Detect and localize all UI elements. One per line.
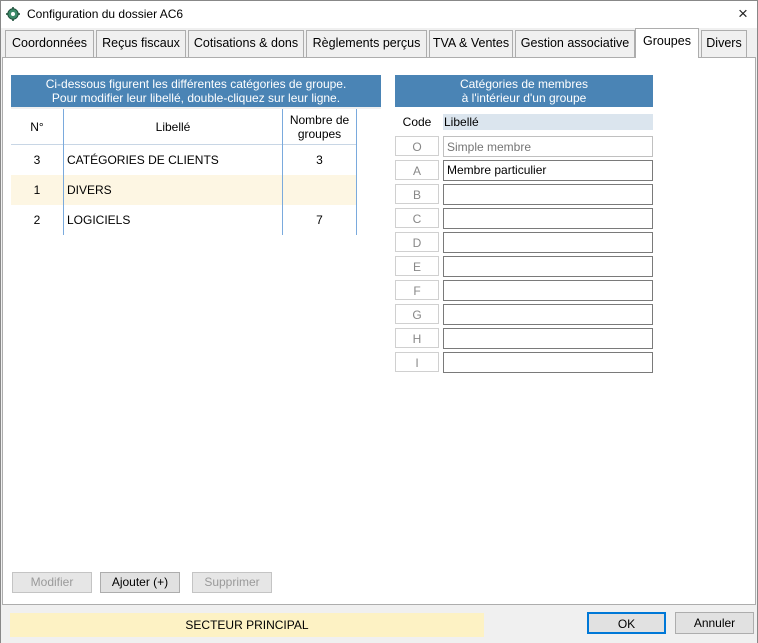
category-code: F <box>395 280 439 300</box>
tab-cotisations-dons[interactable]: Cotisations & dons <box>188 30 304 57</box>
category-code: A <box>395 160 439 180</box>
info-line-2: Pour modifier leur libellé, double-cliqu… <box>51 91 341 105</box>
delete-button[interactable]: Supprimer <box>192 572 272 593</box>
config-dialog: Configuration du dossier AC6 × Coordonné… <box>0 0 758 643</box>
col-header-num[interactable]: N° <box>11 109 63 145</box>
modify-button[interactable]: Modifier <box>12 572 92 593</box>
category-label-field[interactable] <box>443 328 653 349</box>
column-divider <box>63 109 64 235</box>
column-divider <box>282 109 283 235</box>
tab-groupes[interactable]: Groupes <box>635 28 699 58</box>
row-num: 2 <box>33 213 41 227</box>
column-divider <box>356 109 357 235</box>
category-label-field[interactable] <box>443 280 653 301</box>
label-column-header: Libellé <box>443 114 653 130</box>
member-categories-title-line1: Catégories de membres <box>459 77 589 91</box>
category-label-field[interactable] <box>443 256 653 277</box>
row-label: DIVERS <box>67 183 112 197</box>
dialog-footer: SECTEUR PRINCIPAL OK Annuler <box>1 605 757 643</box>
row-label: LOGICIELS <box>67 213 131 227</box>
cancel-button[interactable]: Annuler <box>675 612 754 634</box>
row-count <box>283 175 356 205</box>
table-header: N° Libellé Nombre de groupes <box>11 109 381 145</box>
col-header-count[interactable]: Nombre de groupes <box>283 109 356 145</box>
tab-coordonnees[interactable]: Coordonnées <box>5 30 94 57</box>
member-categories-title: Catégories de membres à l'intérieur d'un… <box>395 75 653 107</box>
category-code: C <box>395 208 439 228</box>
col-header-count-line1: Nombre de <box>289 112 350 127</box>
category-label-field[interactable]: Membre particulier <box>443 160 653 181</box>
category-label-field[interactable] <box>443 352 653 373</box>
tab-bar: Coordonnées Reçus fiscaux Cotisations & … <box>1 28 757 58</box>
member-categories-panel: Catégories de membres à l'intérieur d'un… <box>395 75 653 375</box>
gear-app-icon <box>6 7 20 21</box>
category-code: O <box>395 136 439 156</box>
category-code: E <box>395 256 439 276</box>
window-title: Configuration du dossier AC6 <box>27 7 184 21</box>
tab-gestion-associative[interactable]: Gestion associative <box>515 30 635 57</box>
code-column-header: Code <box>402 115 432 129</box>
row-num: 1 <box>33 183 41 197</box>
col-header-label[interactable]: Libellé <box>64 109 282 145</box>
add-button[interactable]: Ajouter (+) <box>100 572 180 593</box>
close-icon[interactable]: × <box>732 3 754 25</box>
group-categories-panel: Ci-dessous figurent les différentes caté… <box>11 75 381 560</box>
tab-tva-ventes[interactable]: TVA & Ventes <box>429 30 513 57</box>
groupes-tab-content: Ci-dessous figurent les différentes caté… <box>2 57 756 605</box>
tab-reglements-percus[interactable]: Règlements perçus <box>306 30 427 57</box>
category-code: I <box>395 352 439 372</box>
ok-button[interactable]: OK <box>587 612 666 634</box>
table-body: 3 CATÉGORIES DE CLIENTS 3 1 DIVERS 2 LOG… <box>11 145 381 560</box>
row-num: 3 <box>33 153 41 167</box>
category-code: G <box>395 304 439 324</box>
col-header-count-line2: groupes <box>297 126 342 141</box>
category-label-field[interactable] <box>443 304 653 325</box>
category-code: H <box>395 328 439 348</box>
title-bar: Configuration du dossier AC6 × <box>1 1 757 28</box>
category-code: B <box>395 184 439 204</box>
member-categories-title-line2: à l'intérieur d'un groupe <box>461 91 587 105</box>
row-count: 7 <box>316 213 323 227</box>
category-label-field[interactable] <box>443 208 653 229</box>
category-label-field[interactable] <box>443 232 653 253</box>
category-code: D <box>395 232 439 252</box>
category-label-field[interactable] <box>443 136 653 157</box>
category-label-field[interactable] <box>443 184 653 205</box>
sector-banner: SECTEUR PRINCIPAL <box>10 613 484 637</box>
info-line-1: Ci-dessous figurent les différentes caté… <box>45 77 347 91</box>
tab-divers[interactable]: Divers <box>701 30 747 57</box>
info-banner: Ci-dessous figurent les différentes caté… <box>11 75 381 107</box>
tab-recus-fiscaux[interactable]: Reçus fiscaux <box>96 30 186 57</box>
row-count: 3 <box>316 153 323 167</box>
row-label: CATÉGORIES DE CLIENTS <box>67 153 219 167</box>
